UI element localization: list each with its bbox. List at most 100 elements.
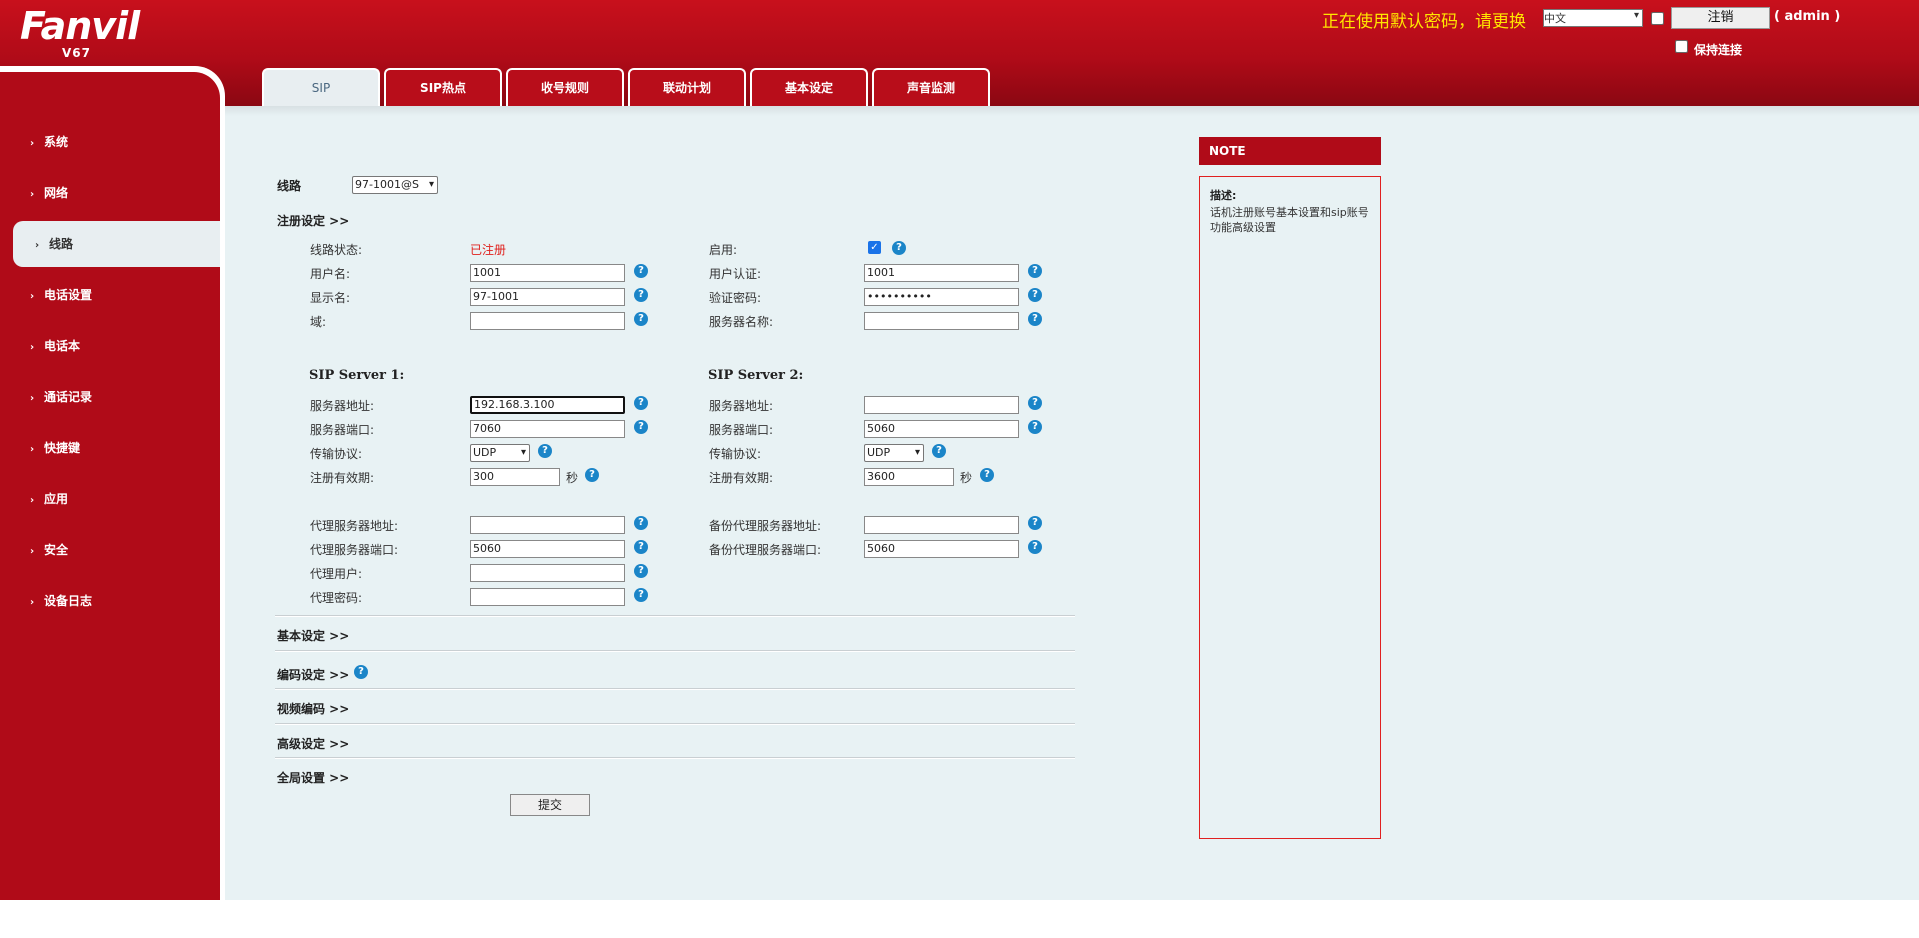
- auth-password-label: 验证密码:: [709, 291, 762, 305]
- help-icon[interactable]: ?: [634, 264, 648, 278]
- help-icon[interactable]: ?: [634, 540, 648, 554]
- remember-checkbox[interactable]: [1651, 12, 1664, 25]
- proxy-address-input[interactable]: [470, 516, 625, 534]
- server2-address-label: 服务器地址:: [709, 399, 774, 413]
- realm-input[interactable]: [470, 312, 625, 330]
- proxy-user-input[interactable]: [470, 564, 625, 582]
- advanced-section-toggle[interactable]: 高级设定 >>: [277, 735, 349, 752]
- help-icon[interactable]: ?: [980, 468, 994, 482]
- help-icon[interactable]: ?: [1028, 540, 1042, 554]
- help-icon[interactable]: ?: [1028, 396, 1042, 410]
- language-select[interactable]: 中文 ▾: [1543, 9, 1643, 27]
- help-icon[interactable]: ?: [634, 564, 648, 578]
- keep-connected-checkbox[interactable]: [1675, 40, 1688, 53]
- tab-action-plan[interactable]: 联动计划: [628, 68, 746, 106]
- help-icon[interactable]: ?: [1028, 312, 1042, 326]
- backup-proxy-address-label: 备份代理服务器地址:: [709, 519, 822, 533]
- sidebar-item-phone-settings[interactable]: › 电话设置: [0, 272, 220, 318]
- sidebar-item-phonebook[interactable]: › 电话本: [0, 323, 220, 369]
- proxy-port-input[interactable]: 5060: [470, 540, 625, 558]
- server2-transport-value: UDP: [867, 446, 891, 459]
- server2-expires-input[interactable]: 3600: [864, 468, 954, 486]
- tab-basic-settings[interactable]: 基本设定: [750, 68, 868, 106]
- chevron-down-icon: ▾: [520, 447, 526, 458]
- proxy-port-label: 代理服务器端口:: [310, 543, 399, 557]
- keep-connected-label: 保持连接: [1694, 43, 1743, 57]
- username-input[interactable]: 1001: [470, 264, 625, 282]
- sidebar-item-call-log[interactable]: › 通话记录: [0, 374, 220, 420]
- help-icon[interactable]: ?: [585, 468, 599, 482]
- help-icon[interactable]: ?: [1028, 288, 1042, 302]
- help-icon[interactable]: ?: [354, 665, 368, 679]
- enable-checkbox[interactable]: ✓: [868, 241, 881, 254]
- global-section-toggle[interactable]: 全局设置 >>: [277, 769, 349, 786]
- sip-server2-title: SIP Server 2:: [708, 368, 804, 383]
- registration-section-toggle[interactable]: 注册设定 >>: [277, 212, 349, 229]
- divider: [275, 688, 1075, 690]
- video-section-toggle[interactable]: 视频编码 >>: [277, 700, 349, 717]
- username-label: 用户名:: [310, 267, 351, 281]
- sidebar-item-security[interactable]: › 安全: [0, 527, 220, 573]
- line-status-label: 线路状态:: [310, 243, 363, 257]
- sidebar-item-line[interactable]: › 线路: [13, 221, 220, 267]
- help-icon[interactable]: ?: [634, 516, 648, 530]
- current-user: ( admin ): [1774, 9, 1841, 24]
- server2-transport-select[interactable]: UDP ▾: [864, 444, 924, 462]
- server1-expires-input[interactable]: 300: [470, 468, 560, 486]
- help-icon[interactable]: ?: [892, 241, 906, 255]
- server2-address-input[interactable]: [864, 396, 1019, 414]
- sidebar-item-function-keys[interactable]: › 快捷键: [0, 425, 220, 471]
- sidebar-item-network[interactable]: › 网络: [0, 170, 220, 216]
- help-icon[interactable]: ?: [634, 288, 648, 302]
- help-icon[interactable]: ?: [634, 312, 648, 326]
- server1-transport-value: UDP: [473, 446, 497, 459]
- help-icon[interactable]: ?: [634, 396, 648, 410]
- line-select[interactable]: 97-1001@S ▾: [352, 176, 438, 194]
- server2-transport-label: 传输协议:: [709, 447, 762, 461]
- auth-user-input[interactable]: 1001: [864, 264, 1019, 282]
- help-icon[interactable]: ?: [634, 420, 648, 434]
- main-content: [225, 106, 1919, 900]
- default-password-warning[interactable]: 正在使用默认密码，请更换: [1322, 7, 1526, 32]
- backup-proxy-port-input[interactable]: 5060: [864, 540, 1019, 558]
- submit-button[interactable]: 提交: [510, 794, 590, 816]
- sidebar-item-device-log[interactable]: › 设备日志: [0, 578, 220, 624]
- help-icon[interactable]: ?: [538, 444, 552, 458]
- help-icon[interactable]: ?: [1028, 264, 1042, 278]
- server1-address-input[interactable]: 192.168.3.100: [470, 396, 625, 414]
- chevron-down-icon: ▾: [914, 447, 920, 458]
- line-status-value: 已注册: [470, 243, 507, 257]
- divider: [275, 757, 1075, 759]
- logo-text: Fanvil: [20, 4, 140, 48]
- display-name-input[interactable]: 97-1001: [470, 288, 625, 306]
- tab-sound-monitor[interactable]: 声音监测: [872, 68, 990, 106]
- line-select-value: 97-1001@S: [355, 178, 419, 191]
- display-name-label: 显示名:: [310, 291, 351, 305]
- logout-button[interactable]: 注销: [1671, 7, 1770, 29]
- backup-proxy-address-input[interactable]: [864, 516, 1019, 534]
- help-icon[interactable]: ?: [932, 444, 946, 458]
- auth-password-input[interactable]: ••••••••••: [864, 288, 1019, 306]
- server1-port-input[interactable]: 7060: [470, 420, 625, 438]
- model-label: V67: [62, 46, 91, 60]
- server2-port-input[interactable]: 5060: [864, 420, 1019, 438]
- sidebar-item-application[interactable]: › 应用: [0, 476, 220, 522]
- chevron-right-icon: ›: [30, 444, 35, 455]
- codec-section-toggle[interactable]: 编码设定 >>: [277, 666, 349, 683]
- tab-sip[interactable]: SIP: [262, 68, 380, 106]
- server1-transport-select[interactable]: UDP ▾: [470, 444, 530, 462]
- note-panel: 描述: 话机注册账号基本设置和sip账号功能高级设置: [1199, 176, 1381, 839]
- seconds-unit: 秒: [960, 471, 973, 485]
- help-icon[interactable]: ?: [1028, 516, 1042, 530]
- sidebar-item-system[interactable]: › 系统: [0, 119, 220, 165]
- server-name-input[interactable]: [864, 312, 1019, 330]
- tab-sip-hotspot[interactable]: SIP热点: [384, 68, 502, 106]
- help-icon[interactable]: ?: [1028, 420, 1042, 434]
- help-icon[interactable]: ?: [634, 588, 648, 602]
- tab-dial-plan[interactable]: 收号规则: [506, 68, 624, 106]
- proxy-password-input[interactable]: [470, 588, 625, 606]
- chevron-right-icon: ›: [30, 597, 35, 608]
- line-label: 线路: [277, 179, 302, 193]
- auth-user-label: 用户认证:: [709, 267, 762, 281]
- basic-section-toggle[interactable]: 基本设定 >>: [277, 627, 349, 644]
